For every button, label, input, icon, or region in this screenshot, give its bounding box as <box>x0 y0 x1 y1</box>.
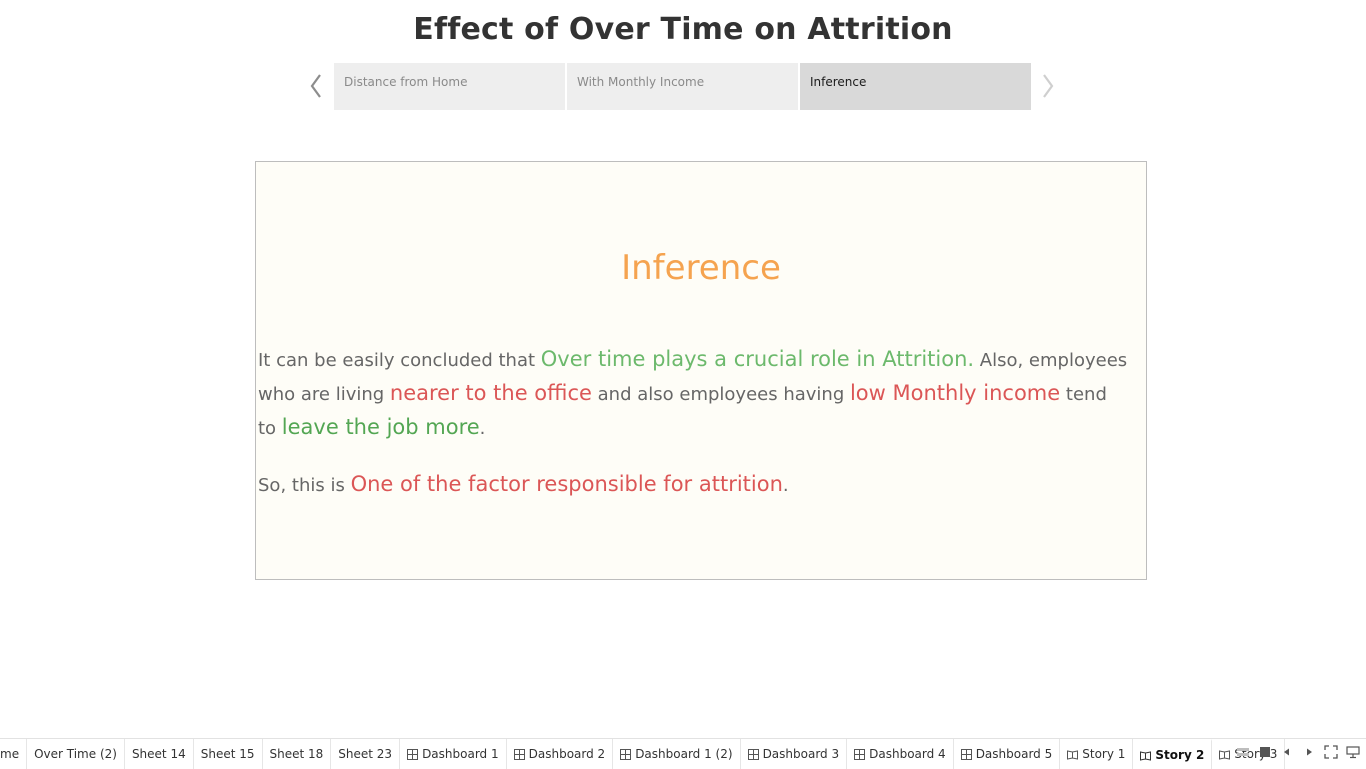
inference-heading: Inference <box>621 248 781 288</box>
dashboard-icon <box>513 748 525 760</box>
tabs-icon <box>1260 747 1270 757</box>
tab-controls <box>1236 745 1360 759</box>
tab-label: Over Time (2) <box>34 747 117 761</box>
sheet-tab[interactable]: Sheet 15 <box>194 739 263 769</box>
story-title: Effect of Over Time on Attrition <box>413 12 953 47</box>
tab-label: Dashboard 5 <box>975 747 1053 761</box>
dashboard-icon <box>854 748 866 760</box>
inference-text: and also employees having <box>591 384 850 405</box>
conclusion-text: So, this is <box>258 475 351 496</box>
tab-label: Dashboard 1 <box>422 747 499 761</box>
dashboard-tab[interactable]: Dashboard 5 <box>954 739 1061 769</box>
previous-story-point-button[interactable] <box>306 66 326 106</box>
story-tab[interactable]: Story 1 <box>1060 739 1134 769</box>
dashboard-icon <box>747 748 759 760</box>
dashboard-tab[interactable]: Dashboard 1 <box>400 739 507 769</box>
story-point-inference[interactable]: Inference <box>800 63 1031 110</box>
conclusion-text: . <box>782 475 789 496</box>
story-point-with-monthly-income[interactable]: With Monthly Income <box>567 63 798 110</box>
tab-label: Sheet 23 <box>338 747 393 761</box>
inference-text: Also, employees <box>974 350 1128 371</box>
tab-label: Story 1 <box>1082 747 1126 761</box>
sheet-tab[interactable]: Sheet 18 <box>263 739 332 769</box>
conclusion-paragraph: So, this is One of the factor responsibl… <box>258 468 1144 502</box>
story-point-distance-from-home[interactable]: Distance from Home <box>334 63 565 110</box>
tab-label: Story 2 <box>1155 748 1205 762</box>
highlight-overtime: Over time plays a crucial role in Attrit… <box>540 347 975 371</box>
chevron-right-icon <box>1043 74 1054 98</box>
scroll-tabs-right-button[interactable] <box>1302 745 1316 759</box>
sheet-tab[interactable]: me <box>0 739 28 769</box>
tab-label: Sheet 14 <box>131 747 186 761</box>
story-icon <box>1067 749 1079 760</box>
tab-label: Dashboard 1 (2) <box>635 747 733 761</box>
scroll-tabs-left-button[interactable] <box>1280 745 1294 759</box>
inference-text: to <box>258 418 282 439</box>
triangle-right-icon <box>1307 748 1312 756</box>
highlight-factor: One of the factor responsible for attrit… <box>350 472 783 496</box>
highlight-nearer-office: nearer to the office <box>389 381 592 405</box>
inference-text-box: Inference It can be easily concluded tha… <box>255 161 1147 580</box>
story-tab-active[interactable]: Story 2 <box>1133 739 1213 769</box>
story-icon <box>1219 749 1231 760</box>
filmstrip-icon <box>1237 748 1249 756</box>
next-story-point-button[interactable] <box>1038 66 1058 106</box>
inference-text: It can be easily concluded that <box>258 350 541 371</box>
dashboard-icon <box>620 748 632 760</box>
inference-text: . <box>479 418 486 439</box>
tab-label: Sheet 18 <box>269 747 324 761</box>
dashboard-tab[interactable]: Dashboard 4 <box>847 739 954 769</box>
dashboard-icon <box>407 748 419 760</box>
inference-text: who are living <box>258 384 390 405</box>
tab-label: Dashboard 2 <box>528 747 606 761</box>
show-tabs-button[interactable] <box>1258 745 1272 759</box>
sheet-tab-bar: me Over Time (2) Sheet 14 Sheet 15 Sheet… <box>0 738 1366 769</box>
highlight-leave-job: leave the job more <box>281 415 480 439</box>
dashboard-tab[interactable]: Dashboard 1 (2) <box>613 739 741 769</box>
dashboard-icon <box>960 748 972 760</box>
chevron-left-icon <box>310 74 321 98</box>
fullscreen-button[interactable] <box>1324 745 1338 759</box>
story-navigator: Distance from Home With Monthly Income I… <box>334 63 1031 110</box>
tab-label: me <box>0 747 20 761</box>
inference-paragraph: It can be easily concluded that Over tim… <box>258 343 1144 445</box>
sheet-tab[interactable]: Sheet 14 <box>125 739 194 769</box>
tab-label: Sheet 15 <box>200 747 255 761</box>
sheet-tab[interactable]: Over Time (2) <box>27 739 125 769</box>
sheet-tab[interactable]: Sheet 23 <box>331 739 401 769</box>
story-icon <box>1140 750 1152 761</box>
tab-label: Dashboard 4 <box>869 747 946 761</box>
presentation-mode-button[interactable] <box>1346 745 1360 759</box>
highlight-low-income: low Monthly income <box>849 381 1061 405</box>
dashboard-tab[interactable]: Dashboard 3 <box>741 739 848 769</box>
fullscreen-icon <box>1324 745 1338 759</box>
triangle-left-icon <box>1284 748 1289 756</box>
presentation-icon <box>1346 746 1360 759</box>
inference-text: tend <box>1060 384 1107 405</box>
tab-label: Dashboard 3 <box>762 747 840 761</box>
show-filmstrip-button[interactable] <box>1236 745 1250 759</box>
dashboard-tab[interactable]: Dashboard 2 <box>507 739 614 769</box>
